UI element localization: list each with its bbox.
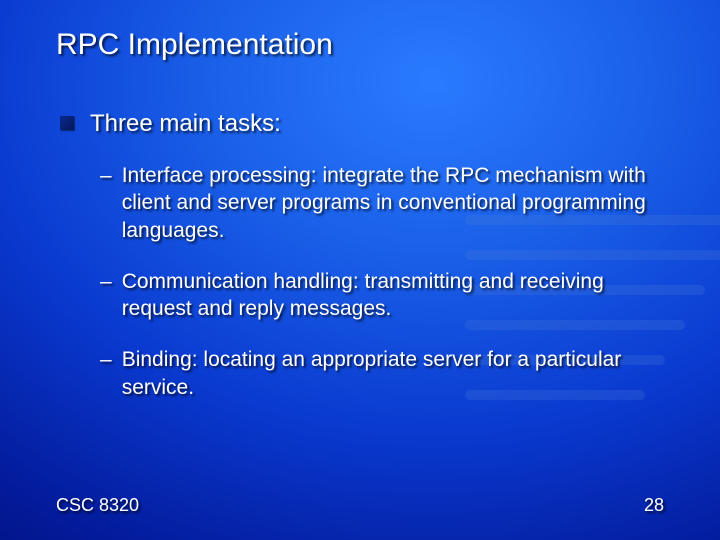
square-bullet-icon <box>60 116 74 130</box>
slide-footer: CSC 8320 28 <box>56 495 664 516</box>
level2-item: – Communication handling: transmitting a… <box>60 268 664 323</box>
level2-text: Interface processing: integrate the RPC … <box>122 162 664 244</box>
level1-bullet: Three main tasks: <box>60 110 664 138</box>
level1-text: Three main tasks: <box>90 110 281 138</box>
dash-bullet-icon: – <box>100 346 112 401</box>
level2-text: Communication handling: transmitting and… <box>122 268 664 323</box>
dash-bullet-icon: – <box>100 268 112 323</box>
level2-text: Binding: locating an appropriate server … <box>122 346 664 401</box>
slide-content: Three main tasks: – Interface processing… <box>56 110 664 401</box>
level2-item: – Binding: locating an appropriate serve… <box>60 346 664 401</box>
footer-left: CSC 8320 <box>56 495 139 516</box>
slide-number: 28 <box>644 495 664 516</box>
slide-title: RPC Implementation <box>56 28 664 62</box>
level2-item: – Interface processing: integrate the RP… <box>60 162 664 244</box>
slide: RPC Implementation Three main tasks: – I… <box>0 0 720 540</box>
dash-bullet-icon: – <box>100 162 112 244</box>
